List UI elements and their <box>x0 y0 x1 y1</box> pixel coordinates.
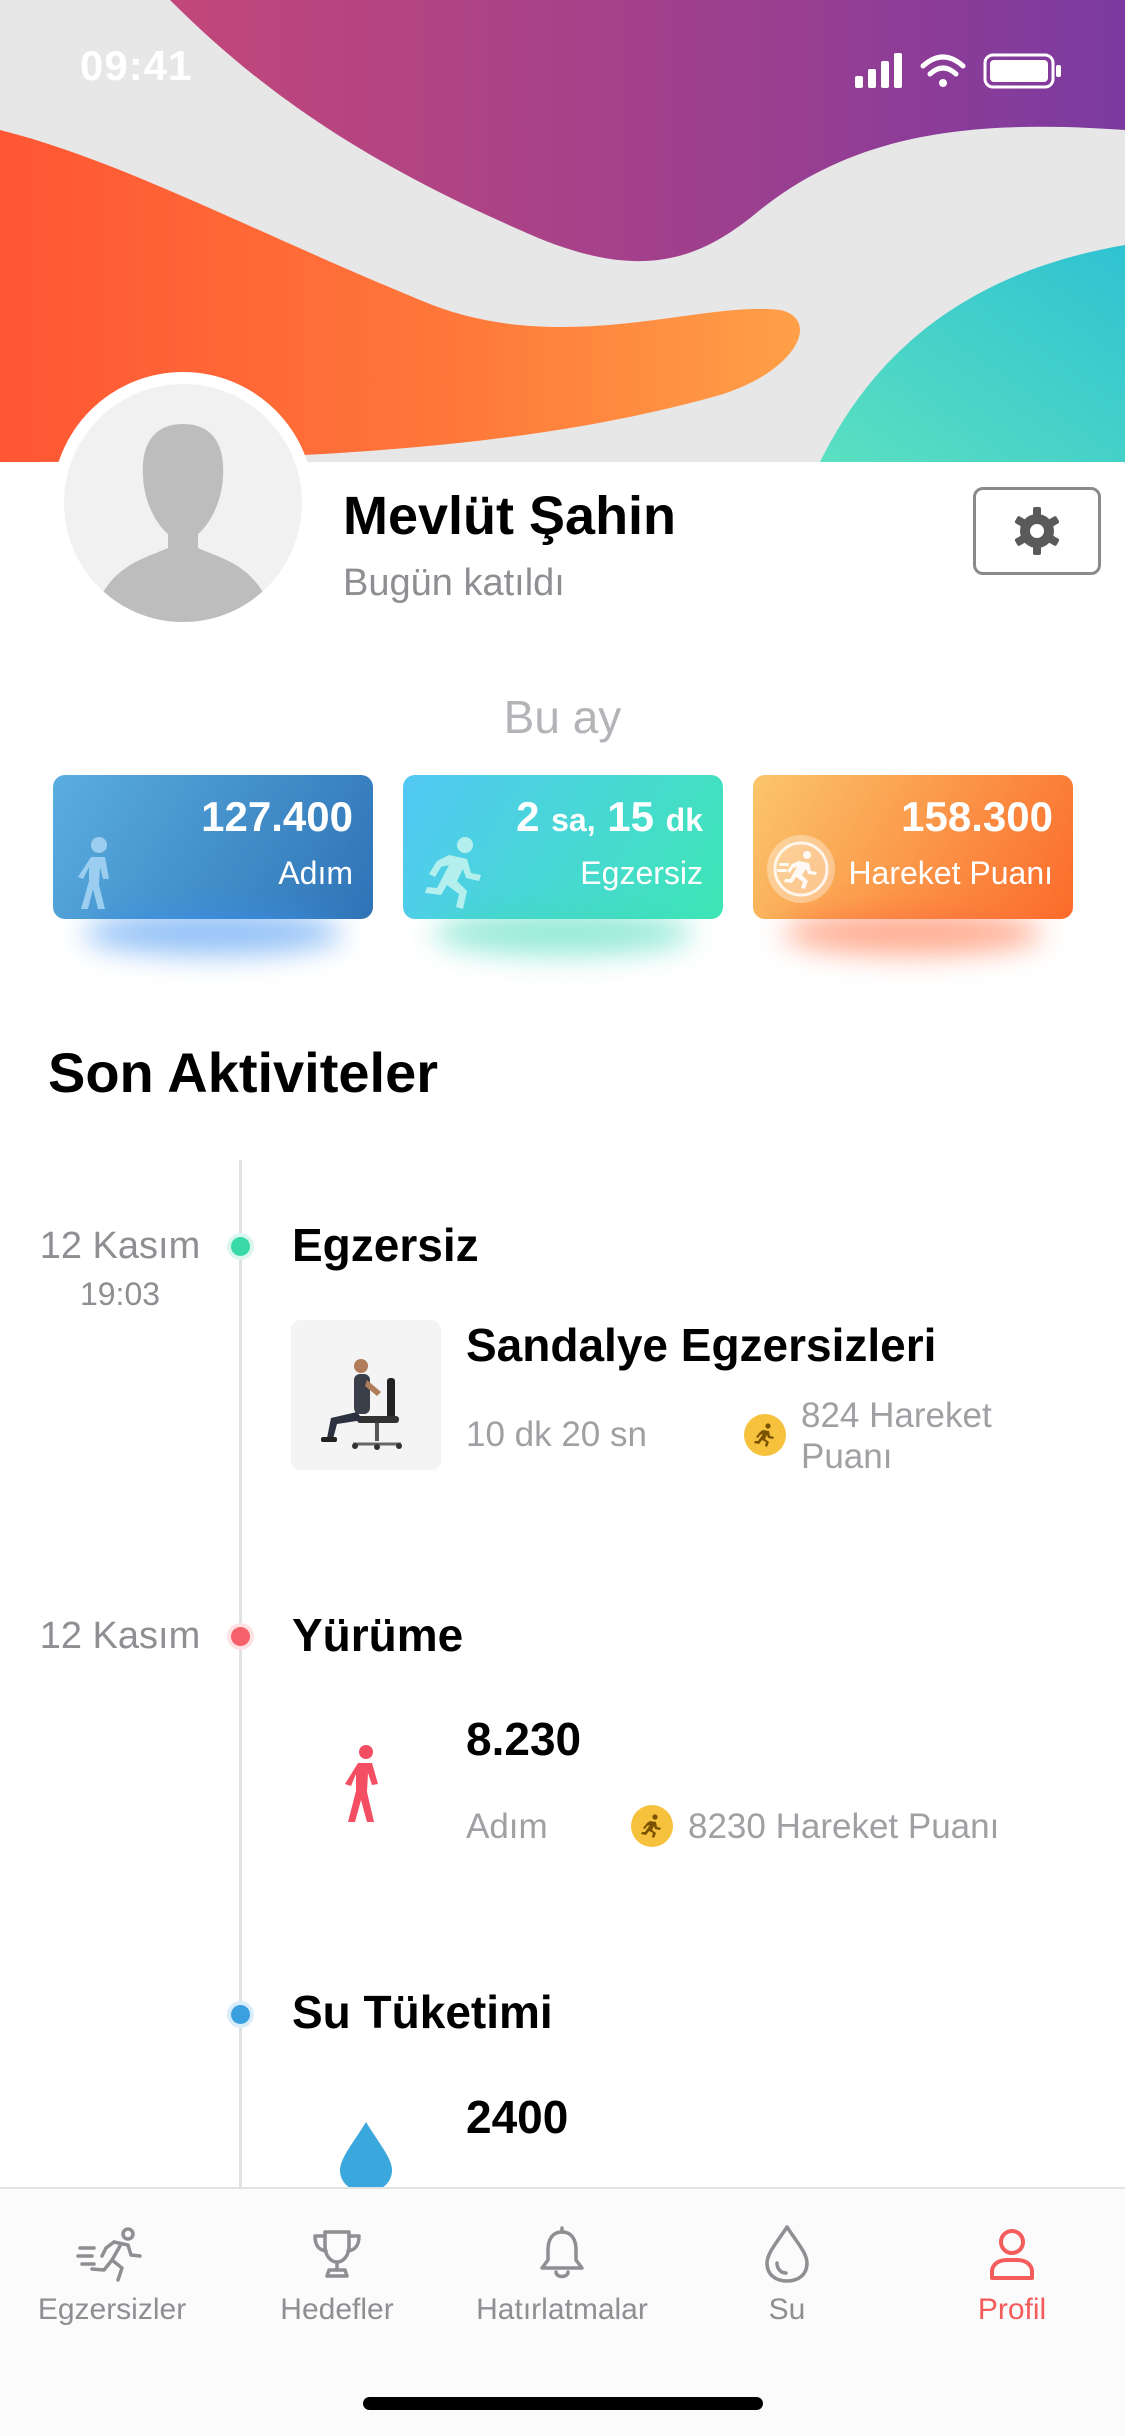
activity-2-category: Yürüme <box>292 1609 464 1661</box>
section-title-recent-activities: Son Aktiviteler <box>48 1041 439 1104</box>
exercise-minutes-unit: dk <box>665 802 703 838</box>
tab-profile[interactable]: Profil <box>902 2219 1122 2327</box>
activity-1-timeline-dot <box>231 1237 250 1256</box>
person-silhouette-icon <box>92 424 274 622</box>
profile-name: Mevlüt Şahin <box>343 486 677 546</box>
points-stat-card[interactable]: 158.300 Hareket Puanı <box>753 775 1073 955</box>
activity-3-category: Su Tüketimi <box>292 1986 553 2038</box>
points-label: Hareket Puanı <box>848 855 1053 891</box>
avatar[interactable] <box>52 372 314 634</box>
points-coin-icon <box>744 1414 786 1456</box>
tab-goals-label: Hedefler <box>280 2293 394 2326</box>
tab-water-label: Su <box>768 2293 806 2326</box>
activity-2-timeline-dot <box>231 1627 250 1646</box>
exercise-value: 2 sa, 15 dk <box>516 793 703 841</box>
status-time: 09:41 <box>80 42 193 89</box>
person-icon <box>990 2229 1034 2280</box>
bell-icon <box>540 2226 584 2279</box>
movement-points-coin-icon <box>767 835 835 903</box>
activity-2-value: 8.230 <box>466 1713 582 1765</box>
home-indicator[interactable] <box>363 2397 763 2410</box>
walking-icon <box>78 837 109 909</box>
activity-1-points-line2: Puanı <box>801 1437 893 1476</box>
steps-value: 127.400 <box>201 793 353 840</box>
tab-profile-label: Profil <box>977 2293 1047 2326</box>
tab-exercises[interactable]: Egzersizler <box>2 2219 222 2327</box>
exercise-label: Egzersiz <box>580 855 703 891</box>
exercise-hours: 2 <box>516 793 540 840</box>
timeline-line <box>239 1160 242 2190</box>
activity-3-timeline-dot <box>231 2005 250 2024</box>
activity-2-unit: Adım <box>466 1807 548 1846</box>
tab-goals[interactable]: Hedefler <box>227 2219 447 2327</box>
water-drop-icon <box>340 2122 392 2188</box>
period-label: Bu ay <box>503 691 622 743</box>
steps-label: Adım <box>278 855 353 891</box>
activity-1-name: Sandalye Egzersizleri <box>466 1319 937 1371</box>
exercise-hours-unit: sa, <box>551 802 596 838</box>
activity-1-category: Egzersiz <box>292 1219 479 1271</box>
activity-2-points: 8230 Hareket Puanı <box>688 1807 1000 1846</box>
exercise-stat-card[interactable]: 2 sa, 15 dk Egzersiz <box>403 775 723 955</box>
settings-button[interactable] <box>973 487 1101 575</box>
chair-exercise-thumbnail[interactable] <box>291 1320 441 1470</box>
profile-joined-date: Bugün katıldı <box>343 562 565 604</box>
activity-1-time: 19:03 <box>79 1276 161 1312</box>
points-coin-icon <box>631 1805 673 1847</box>
activity-1-duration: 10 dk 20 sn <box>466 1415 647 1454</box>
exercise-minutes: 15 <box>607 793 654 840</box>
points-value: 158.300 <box>901 793 1053 840</box>
trophy-icon <box>313 2230 361 2278</box>
status-icons <box>855 50 1085 90</box>
activity-1-date: 12 Kasım <box>39 1225 201 1267</box>
activity-3-value: 2400 <box>466 2091 569 2143</box>
water-drop-icon <box>765 2225 809 2283</box>
tab-water[interactable]: Su <box>677 2219 897 2327</box>
battery-icon <box>983 53 1061 89</box>
wifi-icon <box>920 54 966 87</box>
running-icon <box>425 837 481 909</box>
gear-icon <box>1014 507 1060 555</box>
tab-reminders-label: Hatırlatmalar <box>476 2293 648 2326</box>
activity-1-points-line1: 824 Hareket <box>801 1396 992 1435</box>
walking-person-icon <box>345 1745 378 1822</box>
tab-exercises-label: Egzersizler <box>37 2293 187 2326</box>
activity-2-date: 12 Kasım <box>39 1615 201 1657</box>
steps-stat-card[interactable]: 127.400 Adım <box>53 775 373 955</box>
status-bar: 09:41 <box>0 0 1125 140</box>
cellular-signal-icon <box>855 53 902 88</box>
tab-reminders[interactable]: Hatırlatmalar <box>452 2219 672 2327</box>
running-icon <box>76 2227 142 2282</box>
